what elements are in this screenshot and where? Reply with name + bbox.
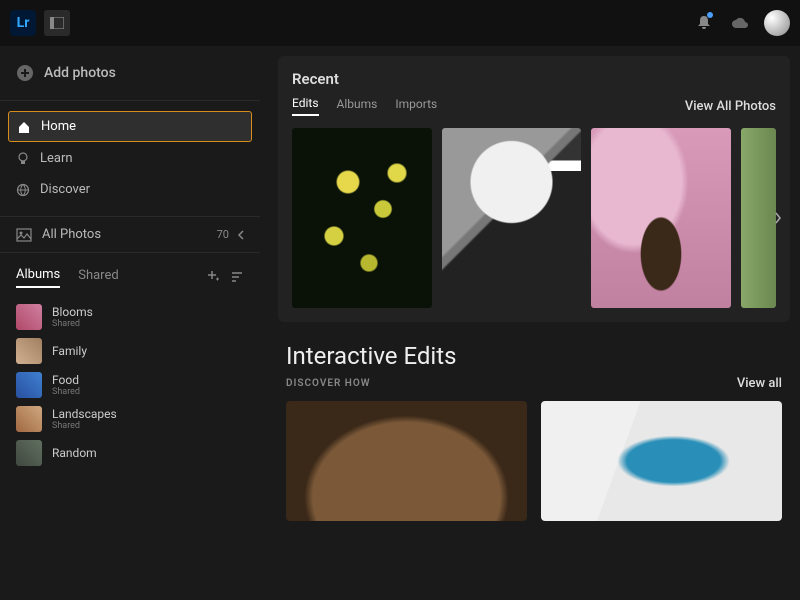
panel-toggle-button[interactable]: [44, 10, 70, 36]
interactive-edit-thumbnail[interactable]: [286, 401, 527, 521]
recent-title: Recent: [292, 70, 776, 88]
interactive-subtitle: DISCOVER HOW: [286, 378, 371, 389]
album-item[interactable]: BloomsShared: [8, 300, 252, 334]
nav-discover[interactable]: Discover: [8, 175, 252, 204]
album-thumbnail: [16, 406, 42, 432]
cloud-sync-button[interactable]: [726, 9, 754, 37]
album-item[interactable]: Family: [8, 334, 252, 368]
view-all-photos-link[interactable]: View All Photos: [685, 99, 776, 114]
all-photos-label: All Photos: [42, 227, 101, 242]
recent-tab-albums[interactable]: Albums: [337, 97, 378, 115]
nav-label: Home: [41, 119, 76, 134]
lightbulb-icon: [16, 152, 30, 166]
nav-learn[interactable]: Learn: [8, 144, 252, 173]
album-thumbnail: [16, 338, 42, 364]
interactive-edits-title: Interactive Edits: [286, 342, 782, 370]
top-bar: Lr: [0, 0, 800, 46]
album-shared-label: Shared: [52, 319, 93, 329]
album-name: Blooms: [52, 305, 93, 319]
all-photos-button[interactable]: All Photos 70: [0, 216, 260, 253]
sort-albums-button[interactable]: [230, 268, 244, 287]
nav-label: Learn: [40, 151, 73, 166]
album-thumbnail: [16, 372, 42, 398]
interactive-edit-thumbnail[interactable]: [541, 401, 782, 521]
recent-photo-thumbnail[interactable]: [442, 128, 582, 308]
nav-label: Discover: [40, 182, 90, 197]
album-thumbnail: [16, 440, 42, 466]
chevron-right-icon: [774, 211, 782, 225]
album-name: Food: [52, 373, 80, 387]
interactive-view-all-link[interactable]: View all: [737, 376, 782, 391]
album-item[interactable]: FoodShared: [8, 368, 252, 402]
add-photos-label: Add photos: [44, 65, 116, 81]
sort-icon: [230, 271, 244, 283]
recent-panel: Recent Edits Albums Imports View All Pho…: [278, 56, 790, 322]
all-photos-count: 70: [217, 228, 229, 241]
photo-icon: [16, 228, 32, 242]
recent-tab-edits[interactable]: Edits: [292, 96, 319, 116]
recent-tab-imports[interactable]: Imports: [395, 97, 437, 115]
notification-dot-icon: [707, 12, 713, 18]
home-icon: [17, 120, 31, 134]
user-avatar[interactable]: [764, 10, 790, 36]
nav-home[interactable]: Home: [8, 111, 252, 142]
album-name: Landscapes: [52, 407, 117, 421]
tab-shared[interactable]: Shared: [78, 268, 118, 287]
tab-albums[interactable]: Albums: [16, 267, 60, 288]
album-item[interactable]: LandscapesShared: [8, 402, 252, 436]
album-shared-label: Shared: [52, 421, 117, 431]
chevron-left-icon: [237, 230, 244, 240]
notifications-button[interactable]: [690, 9, 718, 37]
add-album-button[interactable]: [206, 268, 220, 287]
album-thumbnail: [16, 304, 42, 330]
app-logo: Lr: [10, 10, 36, 36]
album-item[interactable]: Random: [8, 436, 252, 470]
scroll-right-button[interactable]: [768, 198, 788, 238]
recent-photo-thumbnail[interactable]: [591, 128, 731, 308]
album-shared-label: Shared: [52, 387, 80, 397]
album-name: Random: [52, 446, 97, 460]
globe-icon: [16, 183, 30, 197]
add-photos-button[interactable]: Add photos: [0, 46, 260, 100]
main-content: Recent Edits Albums Imports View All Pho…: [260, 46, 800, 600]
plus-icon: [206, 269, 220, 283]
album-name: Family: [52, 344, 87, 358]
sidebar: Add photos Home Learn Discover All Photo…: [0, 46, 260, 600]
recent-photo-thumbnail[interactable]: [292, 128, 432, 308]
albums-list: BloomsShared Family FoodShared Landscape…: [0, 296, 260, 474]
plus-circle-icon: [16, 64, 34, 82]
